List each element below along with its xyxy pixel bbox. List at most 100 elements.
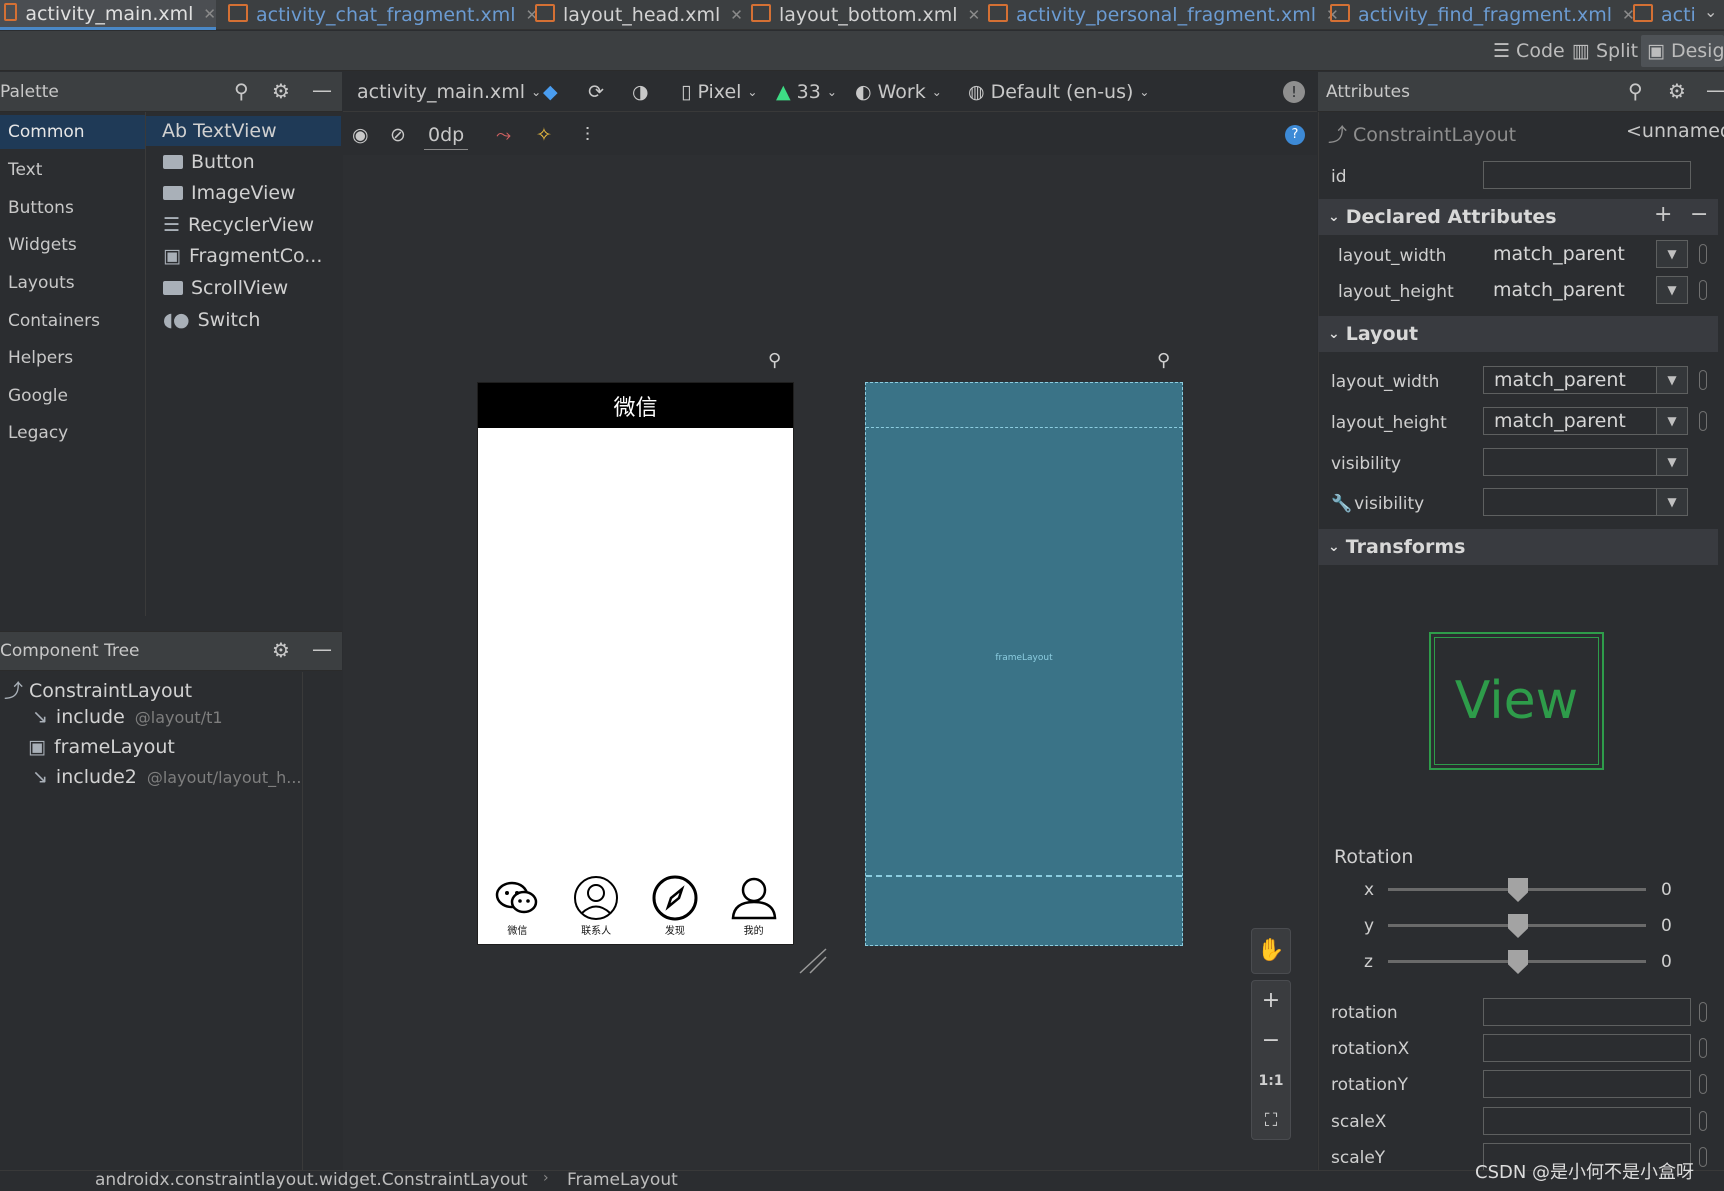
tools-visibility-field[interactable]: [1483, 488, 1661, 516]
help-icon[interactable]: ?: [1285, 120, 1305, 150]
layers-button[interactable]: ◆: [543, 77, 558, 107]
tab-activity-personal-fragment[interactable]: activity_personal_fragment.xml ✕: [988, 0, 1339, 30]
attribute-reference-icon[interactable]: [1699, 1147, 1707, 1167]
minimize-icon[interactable]: —: [312, 637, 332, 661]
layout-height-dropdown[interactable]: ▼: [1656, 407, 1688, 435]
search-icon[interactable]: ⚲: [1628, 79, 1643, 103]
palette-item-button[interactable]: Button: [163, 147, 353, 177]
tab-layout-bottom[interactable]: layout_bottom.xml ✕: [751, 0, 980, 30]
tab-overflow[interactable]: acti: [1633, 0, 1696, 30]
tab-list-chevron-icon[interactable]: ⌄: [1704, 2, 1717, 21]
palette-item-imageview[interactable]: ImageView: [163, 178, 353, 208]
nav-item-wechat[interactable]: 微信: [478, 874, 557, 944]
palette-category-common[interactable]: Common: [0, 115, 145, 149]
minimize-icon[interactable]: —: [312, 78, 332, 102]
warning-icon[interactable]: !: [1283, 77, 1305, 107]
palette-item-recyclerview[interactable]: ☰ RecyclerView: [163, 210, 353, 240]
palette-category-buttons[interactable]: Buttons: [0, 191, 145, 225]
nav-item-discover[interactable]: 发现: [636, 874, 715, 944]
guidelines-button[interactable]: ⫶: [585, 120, 590, 150]
palette-item-fragmentcontainer[interactable]: ▣ FragmentCo...: [163, 241, 353, 271]
attribute-reference-icon[interactable]: [1699, 1002, 1707, 1022]
gear-icon[interactable]: ⚙: [272, 638, 290, 662]
view-options-button[interactable]: ◉: [352, 120, 369, 150]
zoom-to-fit-icon[interactable]: ⛶: [1252, 1101, 1290, 1141]
declared-layout-width-dropdown[interactable]: ▼: [1656, 240, 1688, 268]
palette-category-layouts[interactable]: Layouts: [0, 266, 145, 300]
tab-layout-head[interactable]: layout_head.xml ✕: [535, 0, 743, 30]
tab-activity-find-fragment[interactable]: activity_find_fragment.xml ✕: [1330, 0, 1635, 30]
zoom-in-icon[interactable]: +: [1252, 981, 1290, 1021]
resize-handle-icon[interactable]: [798, 945, 828, 975]
default-margin-field[interactable]: 0dp: [424, 120, 469, 150]
layout-height-field[interactable]: match_parent: [1483, 407, 1661, 435]
declared-layout-height-dropdown[interactable]: ▼: [1656, 276, 1688, 304]
transforms-section[interactable]: ⌄ Transforms: [1318, 529, 1718, 565]
add-attribute-icon[interactable]: +: [1654, 202, 1672, 227]
palette-category-text[interactable]: Text: [0, 153, 145, 187]
attribute-reference-icon[interactable]: [1699, 411, 1707, 431]
tab-activity-main[interactable]: activity_main.xml ✕: [0, 0, 216, 30]
visibility-field[interactable]: [1483, 448, 1661, 476]
api-level-selector[interactable]: ▲ 33 ⌄: [776, 77, 837, 107]
nav-item-contacts[interactable]: 联系人: [557, 874, 636, 944]
design-preview[interactable]: 微信 微信 联系人 发现 我的: [477, 382, 794, 945]
rotationx-input[interactable]: [1483, 1034, 1691, 1062]
tools-visibility-dropdown[interactable]: ▼: [1656, 488, 1688, 516]
attribute-reference-icon[interactable]: [1699, 1038, 1707, 1058]
orientation-button[interactable]: ⟳: [588, 77, 604, 107]
rotation-input[interactable]: [1483, 998, 1691, 1026]
rotation-x-slider[interactable]: [1388, 878, 1646, 902]
pin-icon[interactable]: ⚲: [768, 350, 781, 371]
layout-section[interactable]: ⌄ Layout: [1318, 316, 1718, 352]
palette-category-containers[interactable]: Containers: [0, 304, 145, 338]
view-mode-split[interactable]: ▥ Split: [1572, 35, 1638, 67]
night-mode-button[interactable]: ◑: [632, 77, 649, 107]
rotation-z-slider[interactable]: [1388, 950, 1646, 974]
infer-constraints-button[interactable]: ✧: [536, 120, 552, 150]
palette-category-legacy[interactable]: Legacy: [0, 416, 145, 450]
palette-category-widgets[interactable]: Widgets: [0, 228, 145, 262]
remove-attribute-icon[interactable]: −: [1690, 202, 1708, 227]
zoom-out-icon[interactable]: −: [1252, 1021, 1290, 1061]
clear-constraints-button[interactable]: ⤳: [496, 120, 511, 150]
tree-item-include[interactable]: ↘ include @layout/t1: [32, 706, 223, 728]
tree-item-include2[interactable]: ↘ include2 @layout/layout_h...: [32, 766, 302, 788]
palette-item-scrollview[interactable]: ScrollView: [163, 273, 353, 303]
autoconnect-button[interactable]: ⊘: [390, 120, 406, 150]
breadcrumb-item[interactable]: FrameLayout: [567, 1170, 678, 1190]
palette-category-helpers[interactable]: Helpers: [0, 341, 145, 375]
close-icon[interactable]: ✕: [968, 6, 981, 24]
zoom-actual-size-button[interactable]: 1:1: [1252, 1061, 1290, 1101]
layout-width-field[interactable]: match_parent: [1483, 366, 1661, 394]
close-icon[interactable]: ✕: [730, 6, 743, 24]
palette-category-google[interactable]: Google: [0, 379, 145, 413]
scalex-input[interactable]: [1483, 1107, 1691, 1135]
declared-layout-width-value[interactable]: match_parent: [1493, 243, 1625, 265]
view-mode-code[interactable]: ☰ Code: [1493, 35, 1565, 67]
gear-icon[interactable]: ⚙: [1668, 79, 1686, 103]
search-icon[interactable]: ⚲: [234, 79, 249, 103]
theme-selector[interactable]: ◐ Work ⌄: [855, 77, 942, 107]
gear-icon[interactable]: ⚙: [272, 79, 290, 103]
blueprint-preview[interactable]: frameLayout: [865, 382, 1183, 946]
id-input[interactable]: [1483, 161, 1691, 189]
nav-item-me[interactable]: 我的: [714, 874, 793, 944]
tab-activity-chat-fragment[interactable]: activity_chat_fragment.xml ✕: [228, 0, 538, 30]
attribute-reference-icon[interactable]: [1699, 1074, 1707, 1094]
rotation-y-slider[interactable]: [1388, 914, 1646, 938]
palette-item-textview[interactable]: Ab TextView: [146, 116, 341, 146]
tree-item-framelayout[interactable]: ▣ frameLayout: [28, 736, 175, 758]
pan-tool[interactable]: ✋: [1251, 928, 1291, 974]
minimize-icon[interactable]: —: [1706, 78, 1724, 102]
close-icon[interactable]: ✕: [203, 5, 216, 23]
device-selector[interactable]: ▯ Pixel ⌄: [681, 77, 757, 107]
layout-width-dropdown[interactable]: ▼: [1656, 366, 1688, 394]
tree-item-constraintlayout[interactable]: ⤴ ConstraintLayout: [4, 676, 192, 703]
view-mode-design[interactable]: ▣ Desig: [1641, 35, 1724, 67]
attribute-reference-icon[interactable]: [1699, 280, 1707, 300]
attribute-reference-icon[interactable]: [1699, 370, 1707, 390]
file-selector[interactable]: activity_main.xml ⌄: [357, 77, 541, 107]
locale-selector[interactable]: ◍ Default (en-us) ⌄: [968, 77, 1149, 107]
attribute-reference-icon[interactable]: [1699, 1111, 1707, 1131]
